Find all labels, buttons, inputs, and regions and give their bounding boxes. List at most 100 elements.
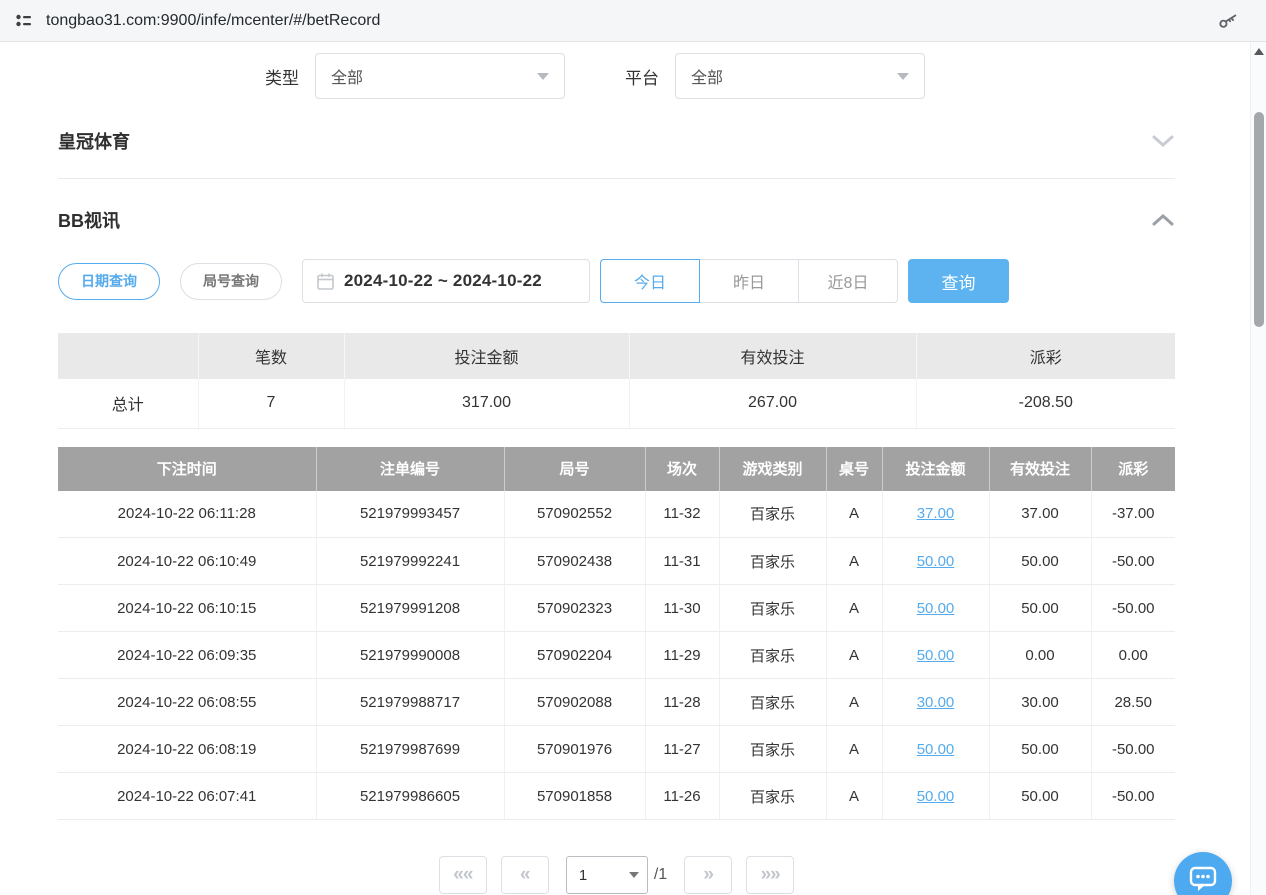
section-bb-video-title: BB视讯 [58,207,120,233]
cell-session: 11-30 [645,585,719,632]
cell-session: 11-27 [645,726,719,773]
page-select-value: 1 [579,867,587,884]
cell-payout: -50.00 [1091,726,1175,773]
summary-header-row: 笔数 投注金额 有效投注 派彩 [58,333,1175,379]
bet-amount-link[interactable]: 50.00 [917,788,955,805]
cell-table-no: A [826,632,882,679]
cell-round-id: 570902438 [504,538,645,585]
cell-game-type: 百家乐 [719,491,826,538]
cell-table-no: A [826,726,882,773]
round-query-button[interactable]: 局号查询 [180,263,282,300]
cell-payout: -50.00 [1091,773,1175,820]
cell-round-id: 570902088 [504,679,645,726]
table-row: 2024-10-22 06:08:55 521979988717 5709020… [58,679,1175,726]
scrollbar-thumb[interactable] [1254,112,1264,327]
chat-fab-button[interactable] [1174,852,1232,895]
cell-payout: -50.00 [1091,538,1175,585]
table-row: 2024-10-22 06:10:15 521979991208 5709023… [58,585,1175,632]
bet-amount-link[interactable]: 50.00 [917,553,955,570]
chevron-down-icon [537,73,549,80]
date-query-button[interactable]: 日期查询 [58,263,160,300]
cell-payout: -37.00 [1091,491,1175,538]
tab-groups-icon[interactable] [12,9,36,33]
records-header-row: 下注时间 注单编号 局号 场次 游戏类别 桌号 投注金额 有效投注 派彩 [58,447,1175,491]
vertical-scrollbar[interactable] [1250,42,1266,895]
summary-total-label: 总计 [58,379,198,428]
cell-order-id: 521979988717 [316,679,504,726]
header-order-id: 注单编号 [316,447,504,491]
section-crown-sports: 皇冠体育 [58,124,1175,158]
cell-round-id: 570901976 [504,726,645,773]
summary-header-blank [58,333,198,379]
cell-order-id: 521979990008 [316,632,504,679]
cell-bet-time: 2024-10-22 06:08:19 [58,726,316,773]
bet-record-page: 类型 全部 平台 全部 皇冠体育 BB视讯 日期查询 局号查 [0,53,1250,894]
url-text[interactable]: tongbao31.com:9900/infe/mcenter/#/betRec… [46,12,1216,30]
tab-yesterday[interactable]: 昨日 [699,259,799,303]
page-select[interactable]: 1 [566,856,648,894]
cell-valid-bet: 50.00 [989,726,1091,773]
page-total: /1 [654,866,667,884]
section-crown-sports-title: 皇冠体育 [58,128,130,154]
records-table: 下注时间 注单编号 局号 场次 游戏类别 桌号 投注金额 有效投注 派彩 202… [58,447,1175,821]
cell-payout: -50.00 [1091,585,1175,632]
scrollbar-up-arrow-icon[interactable] [1254,48,1264,55]
section-divider [58,178,1175,179]
summary-bet-amount: 317.00 [344,379,629,428]
calendar-icon [317,273,334,290]
pagination: «« « 1 /1 » »» [58,856,1175,894]
chevron-up-icon[interactable] [1151,213,1175,227]
type-filter-select[interactable]: 全部 [315,53,565,99]
cell-game-type: 百家乐 [719,773,826,820]
cell-bet-amount: 50.00 [882,585,989,632]
filter-row: 类型 全部 平台 全部 [265,53,1175,99]
bet-amount-link[interactable]: 50.00 [917,600,955,617]
type-filter-value: 全部 [331,64,363,88]
date-range-input[interactable]: 2024-10-22 ~ 2024-10-22 [302,259,590,303]
header-payout: 派彩 [1091,447,1175,491]
cell-game-type: 百家乐 [719,538,826,585]
search-button[interactable]: 查询 [908,259,1009,303]
cell-table-no: A [826,679,882,726]
cell-payout: 28.50 [1091,679,1175,726]
cell-session: 11-32 [645,491,719,538]
table-row: 2024-10-22 06:08:19 521979987699 5709019… [58,726,1175,773]
header-bet-time: 下注时间 [58,447,316,491]
cell-valid-bet: 0.00 [989,632,1091,679]
cell-bet-amount: 50.00 [882,773,989,820]
cell-bet-time: 2024-10-22 06:09:35 [58,632,316,679]
bet-amount-link[interactable]: 37.00 [917,505,955,522]
summary-header-payout: 派彩 [916,333,1175,379]
cell-order-id: 521979991208 [316,585,504,632]
quick-date-tabs: 今日 昨日 近8日 [600,259,898,303]
cell-session: 11-28 [645,679,719,726]
header-session: 场次 [645,447,719,491]
cell-table-no: A [826,538,882,585]
bet-amount-link[interactable]: 50.00 [917,741,955,758]
chevron-down-icon[interactable] [1151,134,1175,148]
table-row: 2024-10-22 06:09:35 521979990008 5709022… [58,632,1175,679]
cell-table-no: A [826,491,882,538]
cell-bet-amount: 50.00 [882,726,989,773]
cell-bet-amount: 50.00 [882,538,989,585]
prev-page-button[interactable]: « [501,856,549,894]
summary-header-valid-bet: 有效投注 [629,333,916,379]
bet-amount-link[interactable]: 30.00 [917,694,955,711]
browser-url-bar: tongbao31.com:9900/infe/mcenter/#/betRec… [0,0,1266,42]
cell-game-type: 百家乐 [719,679,826,726]
bet-amount-link[interactable]: 50.00 [917,647,955,664]
date-range-value: 2024-10-22 ~ 2024-10-22 [344,271,542,291]
platform-filter-label: 平台 [625,64,659,89]
cell-session: 11-31 [645,538,719,585]
tab-today[interactable]: 今日 [600,259,700,303]
first-page-button[interactable]: «« [439,856,487,894]
key-icon[interactable] [1216,9,1240,33]
platform-filter-select[interactable]: 全部 [675,53,925,99]
chevron-down-icon [629,872,639,878]
cell-payout: 0.00 [1091,632,1175,679]
cell-valid-bet: 30.00 [989,679,1091,726]
header-bet-amount: 投注金额 [882,447,989,491]
next-page-button[interactable]: » [684,856,732,894]
tab-last-8-days[interactable]: 近8日 [798,259,898,303]
last-page-button[interactable]: »» [746,856,794,894]
